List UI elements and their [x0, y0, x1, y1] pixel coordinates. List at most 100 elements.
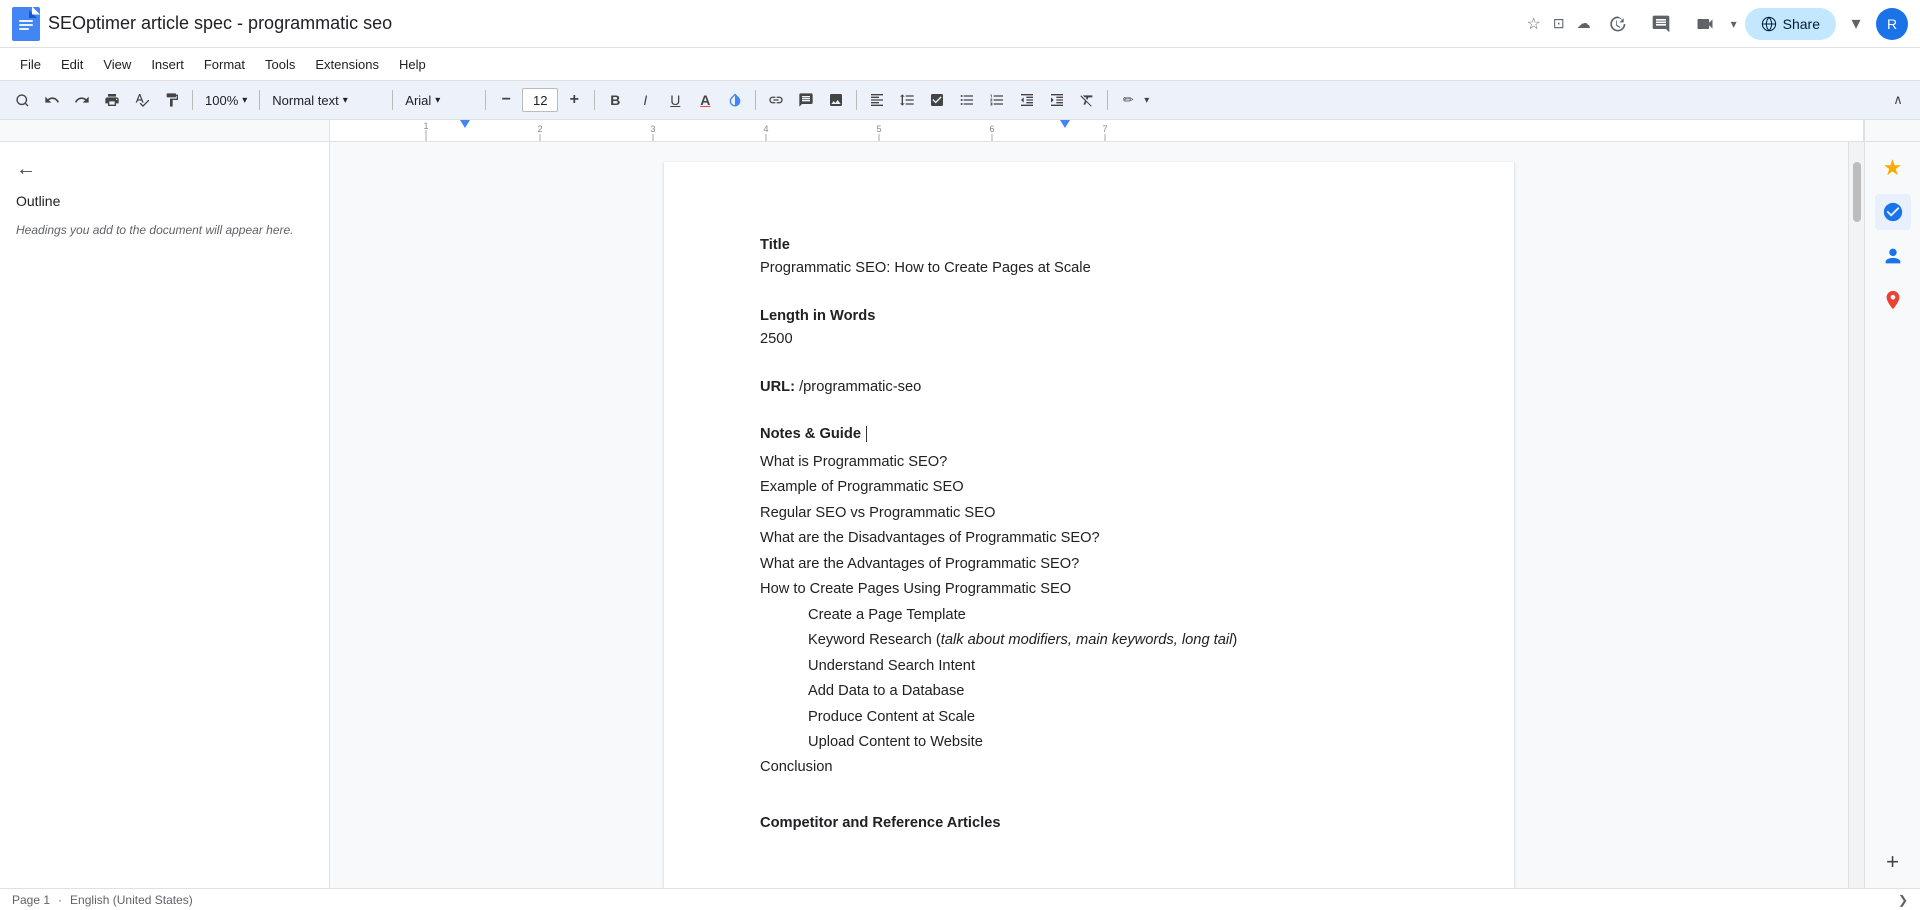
doc-notes-header[interactable]: Notes & Guide	[760, 423, 1418, 446]
ruler-svg: 1 2 3 4 5 6 7	[330, 120, 1863, 141]
clear-formatting-button[interactable]	[1073, 86, 1101, 114]
style-dropdown[interactable]: Normal text ▾	[266, 86, 386, 114]
page-indicator: Page 1	[12, 893, 50, 907]
history-icon[interactable]	[1599, 6, 1635, 42]
meet-dropdown[interactable]: ▾	[1731, 17, 1737, 31]
menu-edit[interactable]: Edit	[53, 53, 91, 76]
right-panel-contacts[interactable]	[1875, 238, 1911, 274]
share-button[interactable]: Share	[1745, 8, 1836, 40]
doc-title-section: Title Programmatic SEO: How to Create Pa…	[760, 234, 1418, 281]
numbered-list-button[interactable]	[983, 86, 1011, 114]
svg-text:4: 4	[763, 124, 768, 134]
scrollbar[interactable]	[1848, 142, 1864, 888]
menu-extensions[interactable]: Extensions	[307, 53, 387, 76]
notes-item-1[interactable]: What is Programmatic SEO?	[760, 451, 1418, 474]
right-panel-calendar[interactable]: ★	[1875, 150, 1911, 186]
decrease-font-size[interactable]: −	[492, 86, 520, 114]
notes-item-6[interactable]: How to Create Pages Using Programmatic S…	[760, 578, 1418, 601]
indent-increase-button[interactable]	[1043, 86, 1071, 114]
line-spacing-button[interactable]	[893, 86, 921, 114]
svg-text:5: 5	[876, 124, 881, 134]
svg-text:6: 6	[989, 124, 994, 134]
notes-item-13[interactable]: Conclusion	[760, 756, 1418, 779]
spellcheck-button[interactable]	[128, 86, 156, 114]
doc-title-value[interactable]: Programmatic SEO: How to Create Pages at…	[760, 257, 1418, 280]
comments-icon[interactable]	[1643, 6, 1679, 42]
checklist-button[interactable]	[923, 86, 951, 114]
meet-icon[interactable]	[1687, 6, 1723, 42]
sidebar-back-button[interactable]: ←	[16, 158, 313, 181]
paint-format-button[interactable]	[158, 86, 186, 114]
word-count: English (United States)	[70, 893, 193, 907]
italic-button[interactable]: I	[631, 86, 659, 114]
menu-help[interactable]: Help	[391, 53, 434, 76]
collapse-toolbar-button[interactable]: ∧	[1884, 86, 1912, 114]
separator-4	[485, 90, 486, 110]
print-button[interactable]	[98, 86, 126, 114]
doc-length-label: Length in Words	[760, 305, 1418, 328]
search-button[interactable]	[8, 86, 36, 114]
bottom-right-toggle[interactable]: ❯	[1898, 893, 1908, 907]
ruler: 1 2 3 4 5 6 7	[330, 120, 1864, 141]
ruler-marker-left	[460, 120, 470, 128]
doc-competitor-header: Competitor and Reference Articles	[760, 812, 1418, 835]
font-dropdown[interactable]: Arial ▾	[399, 86, 479, 114]
highlight-button[interactable]	[721, 86, 749, 114]
menu-insert[interactable]: Insert	[143, 53, 192, 76]
notes-item-12[interactable]: Upload Content to Website	[808, 731, 1418, 754]
editing-dropdown[interactable]: ▾	[1144, 95, 1149, 106]
zoom-dropdown[interactable]: 100% ▾	[199, 86, 253, 114]
scroll-thumb[interactable]	[1853, 162, 1861, 222]
right-panel-add[interactable]: +	[1875, 844, 1911, 880]
undo-button[interactable]	[38, 86, 66, 114]
share-dropdown[interactable]: ▾	[1844, 6, 1868, 42]
cloud-icon[interactable]: ☁	[1577, 15, 1591, 32]
bullet-list-button[interactable]	[953, 86, 981, 114]
link-button[interactable]	[762, 86, 790, 114]
insert-image-button[interactable]	[822, 86, 850, 114]
indent-decrease-button[interactable]	[1013, 86, 1041, 114]
bold-button[interactable]: B	[601, 86, 629, 114]
doc-title-label: Title	[760, 234, 1418, 257]
align-button[interactable]	[863, 86, 891, 114]
share-label: Share	[1783, 16, 1820, 32]
notes-item-7[interactable]: Create a Page Template	[808, 604, 1418, 627]
bottom-bar: Page 1 · English (United States) ❯	[0, 888, 1920, 910]
svg-text:2: 2	[537, 124, 542, 134]
text-color-button[interactable]: A	[691, 86, 719, 114]
svg-text:1: 1	[423, 121, 428, 131]
menu-view[interactable]: View	[95, 53, 139, 76]
folder-icon[interactable]: ⊡	[1553, 15, 1565, 32]
separator-3	[392, 90, 393, 110]
add-comment-button[interactable]	[792, 86, 820, 114]
star-icon[interactable]: ☆	[1527, 14, 1541, 34]
doc-length-value[interactable]: 2500	[760, 328, 1418, 351]
avatar[interactable]: R	[1876, 8, 1908, 40]
separator-1	[192, 90, 193, 110]
redo-button[interactable]	[68, 86, 96, 114]
notes-item-2[interactable]: Example of Programmatic SEO	[760, 476, 1418, 499]
notes-item-11[interactable]: Produce Content at Scale	[808, 706, 1418, 729]
underline-button[interactable]: U	[661, 86, 689, 114]
editing-mode-button[interactable]: ✏	[1114, 86, 1142, 114]
doc-url-section: URL: /programmatic-seo	[760, 376, 1418, 399]
notes-item-10[interactable]: Add Data to a Database	[808, 680, 1418, 703]
sidebar-hint: Headings you add to the document will ap…	[16, 221, 313, 239]
title-icons: ☆ ⊡ ☁	[1527, 14, 1591, 34]
right-panel-tasks[interactable]	[1875, 194, 1911, 230]
notes-item-9[interactable]: Understand Search Intent	[808, 655, 1418, 678]
notes-item-8[interactable]: Keyword Research (talk about modifiers, …	[808, 629, 1418, 652]
menu-file[interactable]: File	[12, 53, 49, 76]
menu-format[interactable]: Format	[196, 53, 253, 76]
document-page: Title Programmatic SEO: How to Create Pa…	[664, 162, 1514, 888]
doc-length-section: Length in Words 2500	[760, 305, 1418, 352]
right-panel-maps[interactable]	[1875, 282, 1911, 318]
doc-notes-section: Notes & Guide What is Programmatic SEO? …	[760, 423, 1418, 780]
notes-item-3[interactable]: Regular SEO vs Programmatic SEO	[760, 502, 1418, 525]
google-docs-icon	[12, 7, 40, 41]
doc-url-value[interactable]: /programmatic-seo	[795, 379, 921, 395]
menu-tools[interactable]: Tools	[257, 53, 303, 76]
notes-item-4[interactable]: What are the Disadvantages of Programmat…	[760, 527, 1418, 550]
notes-item-5[interactable]: What are the Advantages of Programmatic …	[760, 553, 1418, 576]
increase-font-size[interactable]: +	[560, 86, 588, 114]
